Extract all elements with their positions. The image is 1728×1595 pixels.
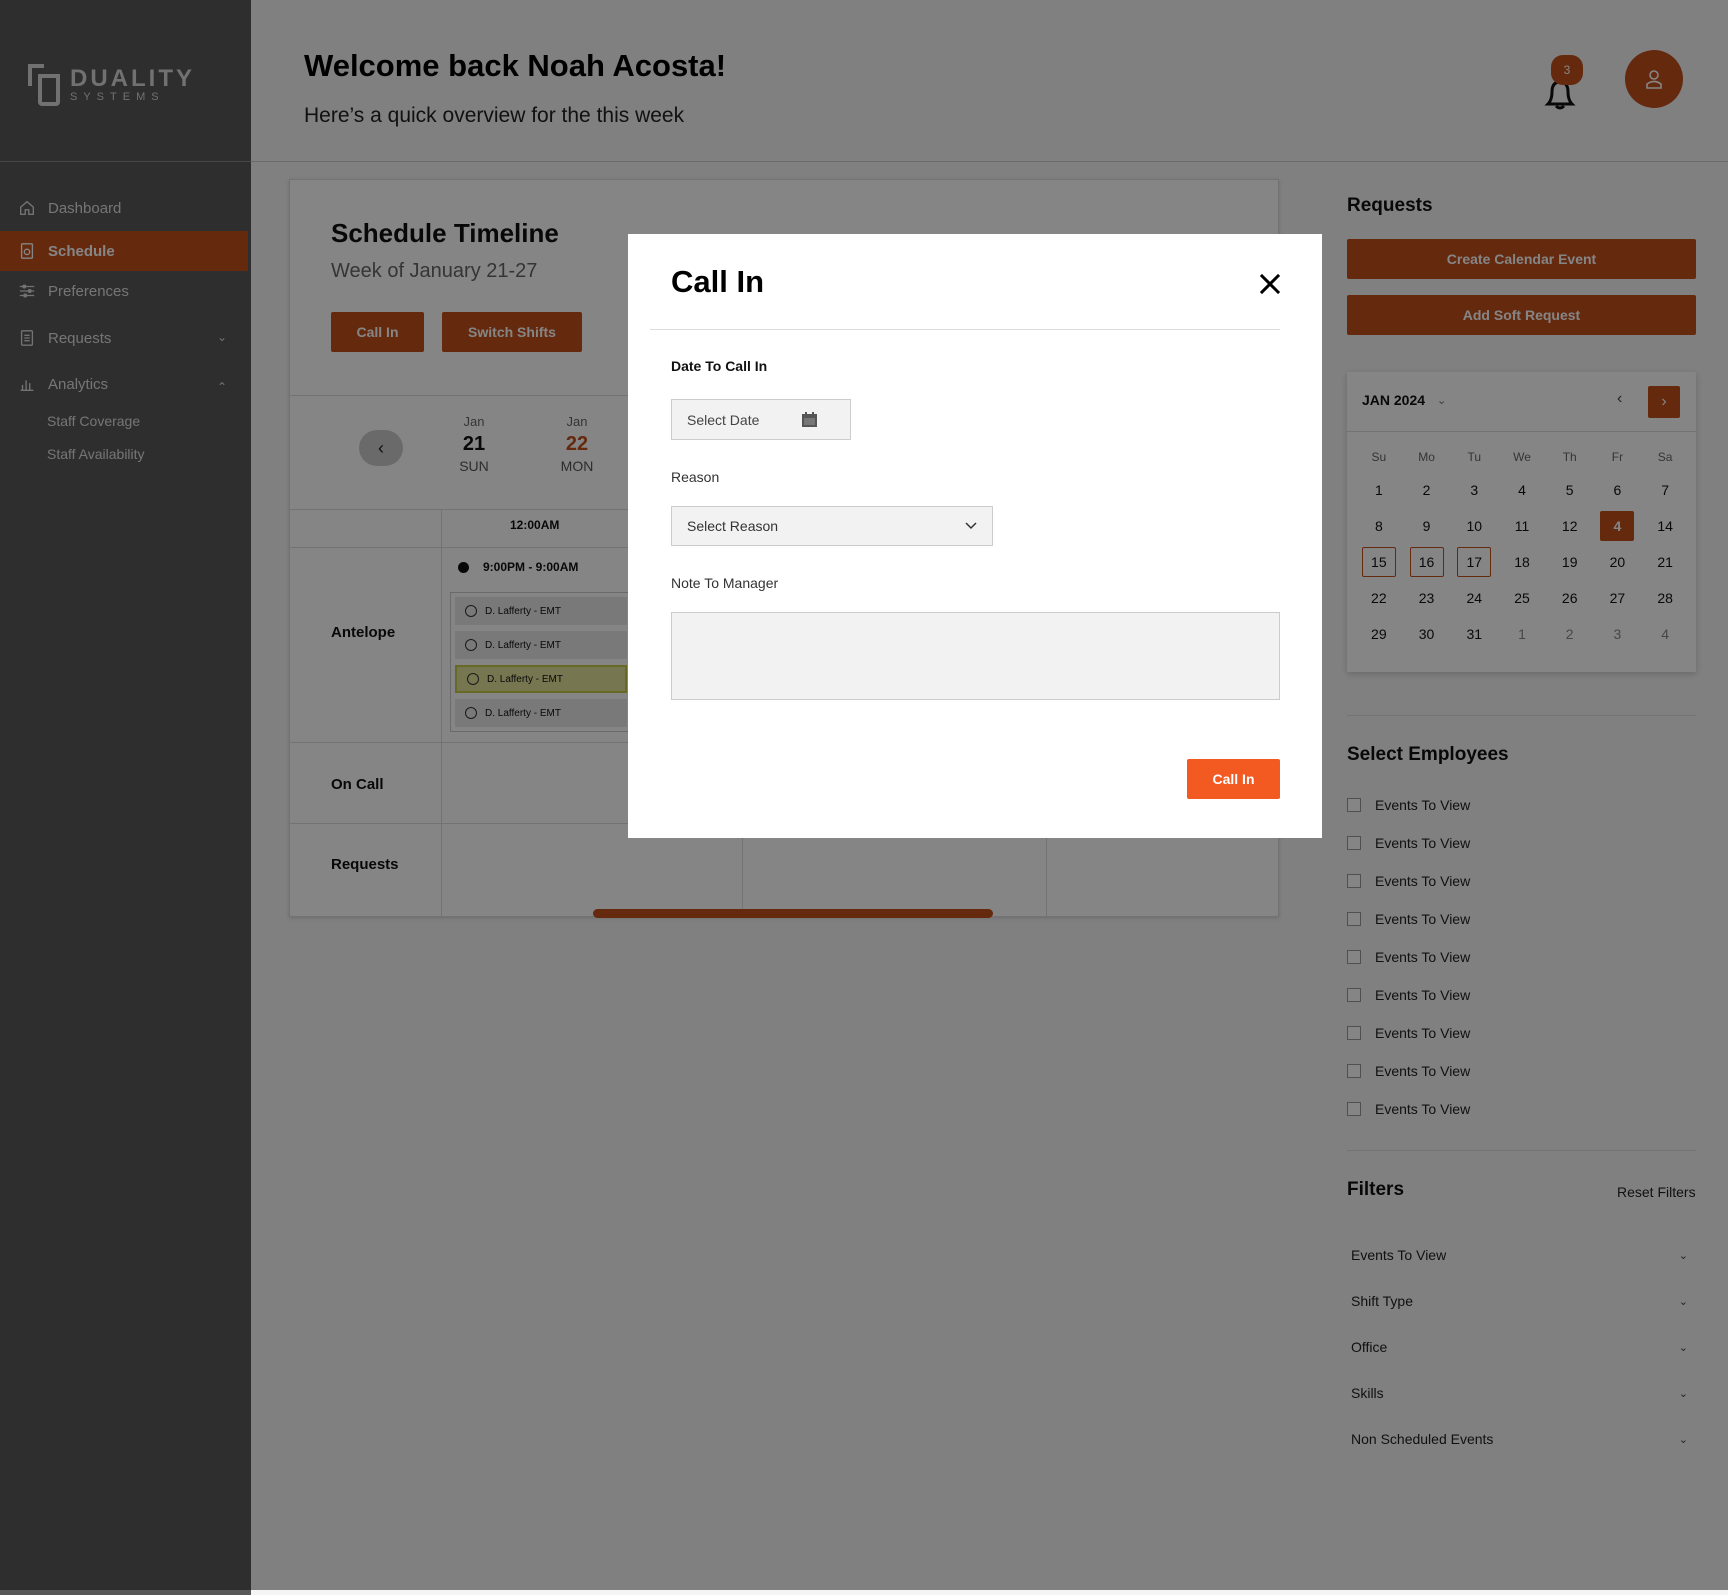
date-placeholder: Select Date [687, 411, 760, 428]
date-picker-input[interactable]: Select Date [671, 399, 851, 440]
reason-placeholder: Select Reason [687, 518, 779, 534]
date-label: Date To Call In [671, 358, 768, 374]
call-in-modal: Call In Date To Call In Select Date Reas… [628, 234, 1322, 838]
close-icon [1260, 274, 1280, 294]
submit-call-in-button[interactable]: Call In [1187, 759, 1280, 799]
note-label: Note To Manager [671, 575, 779, 591]
calendar-icon [802, 412, 817, 427]
reason-label: Reason [671, 469, 720, 485]
divider [650, 329, 1280, 330]
reason-select[interactable]: Select Reason [671, 506, 993, 546]
note-textarea[interactable] [671, 612, 1280, 700]
close-button[interactable] [1256, 270, 1284, 298]
modal-title: Call In [671, 264, 765, 299]
chevron-down-icon [965, 522, 977, 530]
